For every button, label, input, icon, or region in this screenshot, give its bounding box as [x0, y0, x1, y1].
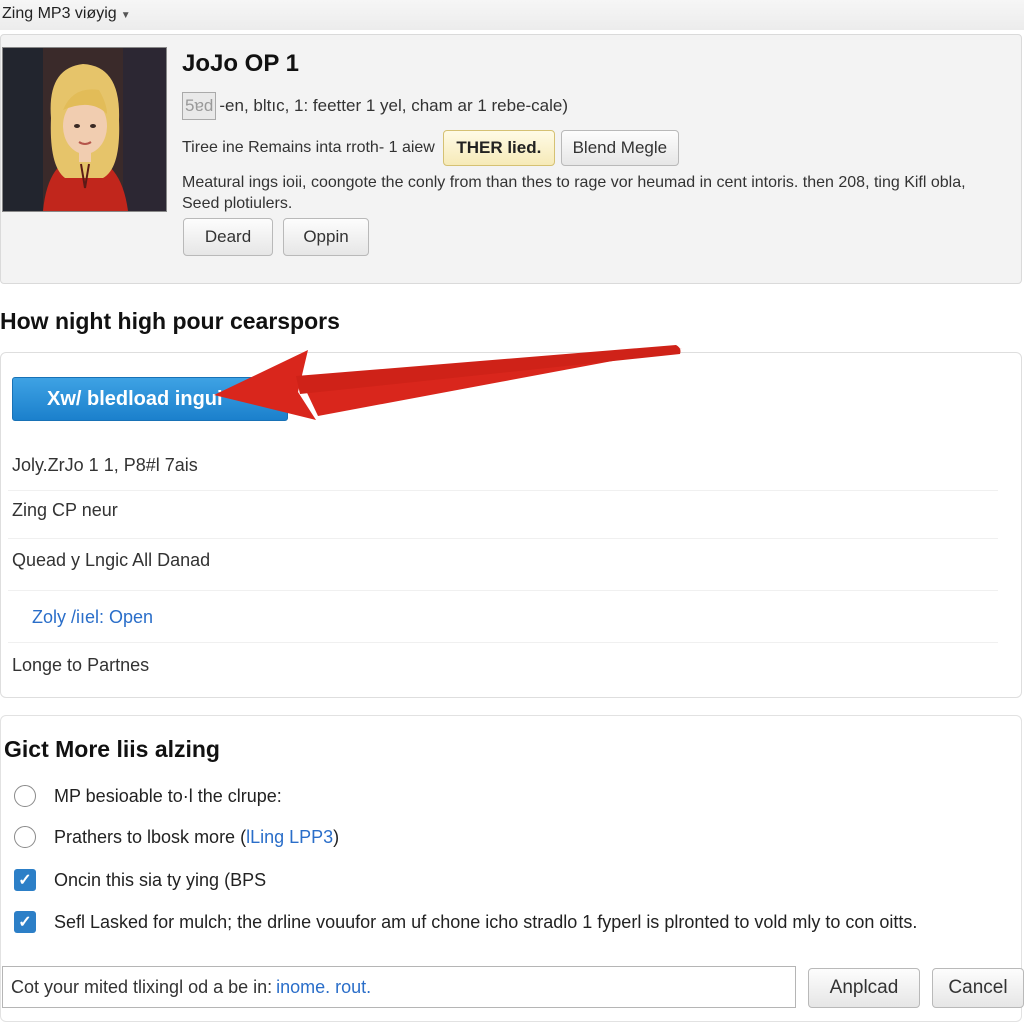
app-title: Zing MP3 viøyig: [2, 5, 117, 22]
divider: [8, 590, 998, 591]
checkbox-checked[interactable]: ✓: [14, 869, 36, 891]
checkbox-label: Oncin this sia ty ying (BPS: [54, 869, 267, 890]
song-description: Meatural ings ioii, coongote the conly f…: [182, 174, 966, 212]
badge-button[interactable]: THER lied.: [442, 130, 555, 166]
download-button[interactable]: Xw/ bledload ingui: [12, 377, 288, 421]
radio-label-link[interactable]: lLing LPP3: [246, 827, 333, 848]
radio-option-1[interactable]: MP besioable to·l the clrupe:: [14, 785, 282, 807]
album-art: [2, 47, 167, 212]
more-section-heading: Gict More liis alzing: [4, 736, 220, 762]
radio-label: MP besioable to·l the clrupe:: [54, 785, 282, 806]
artist-photo-icon: [3, 48, 166, 211]
song-action-row: Tiree ine Remains inta rroth- 1 aiew THE…: [182, 130, 679, 166]
oppin-button[interactable]: Oppin: [283, 218, 369, 256]
input-link[interactable]: inome. rout.: [276, 977, 371, 998]
checkbox-checked[interactable]: ✓: [14, 911, 36, 933]
caret-down-icon: ▼: [120, 10, 131, 21]
upload-button[interactable]: Anplcad: [808, 968, 920, 1008]
radio-button[interactable]: [14, 826, 36, 848]
input-value: Cot your mited tlixingl od a be in:: [11, 976, 273, 997]
meta-text: -en, bltıc, 1: feetter 1 yel, cham ar 1 …: [219, 96, 569, 115]
download-button-label: Xw/ bledload ingui: [47, 387, 223, 410]
deard-button[interactable]: Deard: [183, 218, 273, 256]
download-option[interactable]: Zing CP neur: [12, 500, 118, 521]
checkbox-option-2[interactable]: ✓ Sefl Lasked for mulch; the drline vouu…: [14, 911, 917, 933]
checkbox-option-1[interactable]: ✓ Oncin this sia ty ying (BPS: [14, 869, 266, 891]
download-section-heading: How night high pour cearspors: [0, 308, 340, 334]
checkbox-label: Sefl Lasked for mulch; the drline vouufo…: [54, 911, 918, 932]
action-text: Tiree ine Remains inta rroth- 1 aiew: [182, 139, 435, 156]
download-option[interactable]: Joly.ZrJo 1 1, P8#l 7ais: [12, 455, 198, 476]
download-option[interactable]: Quead y Lngic All Danad: [12, 550, 210, 571]
divider: [8, 642, 998, 643]
radio-label-prefix: Prathers to lbosk more (: [54, 826, 247, 847]
song-meta: 5ɐd -en, bltıc, 1: feetter 1 yel, cham a…: [182, 92, 568, 120]
download-option-link[interactable]: Zoly /iıel: Open: [32, 607, 153, 628]
meta-field[interactable]: 5ɐd: [182, 92, 217, 120]
cancel-button[interactable]: Cancel: [932, 968, 1024, 1008]
blend-button[interactable]: Blend Megle: [560, 130, 679, 166]
download-option[interactable]: Longe to Partnes: [12, 655, 149, 676]
app-title-bar: Zing MP3 viøyig ▼: [0, 0, 1024, 30]
radio-label-suffix: ): [333, 826, 340, 847]
divider: [8, 538, 998, 539]
footer-text-input[interactable]: Cot your mited tlixingl od a be in: inom…: [2, 966, 796, 1008]
app-title-dropdown[interactable]: Zing MP3 viøyig ▼: [2, 5, 131, 23]
song-title: JoJo OP 1: [182, 50, 299, 77]
radio-button[interactable]: [14, 785, 36, 807]
radio-option-2[interactable]: Prathers to lbosk more (lLing LPP3): [14, 826, 339, 848]
divider: [8, 490, 998, 491]
